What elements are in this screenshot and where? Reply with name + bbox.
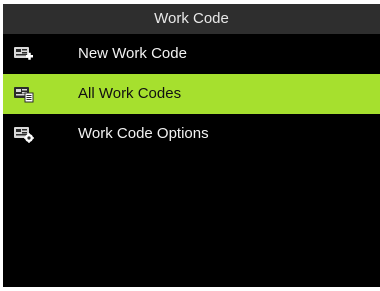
page-title: Work Code [3, 4, 380, 34]
menu-item-label: Work Code Options [78, 125, 209, 142]
list-work-codes-icon [13, 85, 34, 103]
work-code-screen: Work Code New Work Code All Work Codes W… [3, 4, 380, 287]
menu-item-all-work-codes[interactable]: All Work Codes [3, 74, 380, 114]
menu-item-label: New Work Code [78, 45, 187, 62]
menu-item-label: All Work Codes [78, 85, 182, 102]
work-code-menu: New Work Code All Work Codes Work Code O… [3, 34, 380, 154]
new-work-code-icon [13, 45, 34, 63]
menu-item-new-work-code[interactable]: New Work Code [3, 34, 380, 74]
work-code-options-icon [13, 125, 34, 143]
menu-item-work-code-options[interactable]: Work Code Options [3, 114, 380, 154]
